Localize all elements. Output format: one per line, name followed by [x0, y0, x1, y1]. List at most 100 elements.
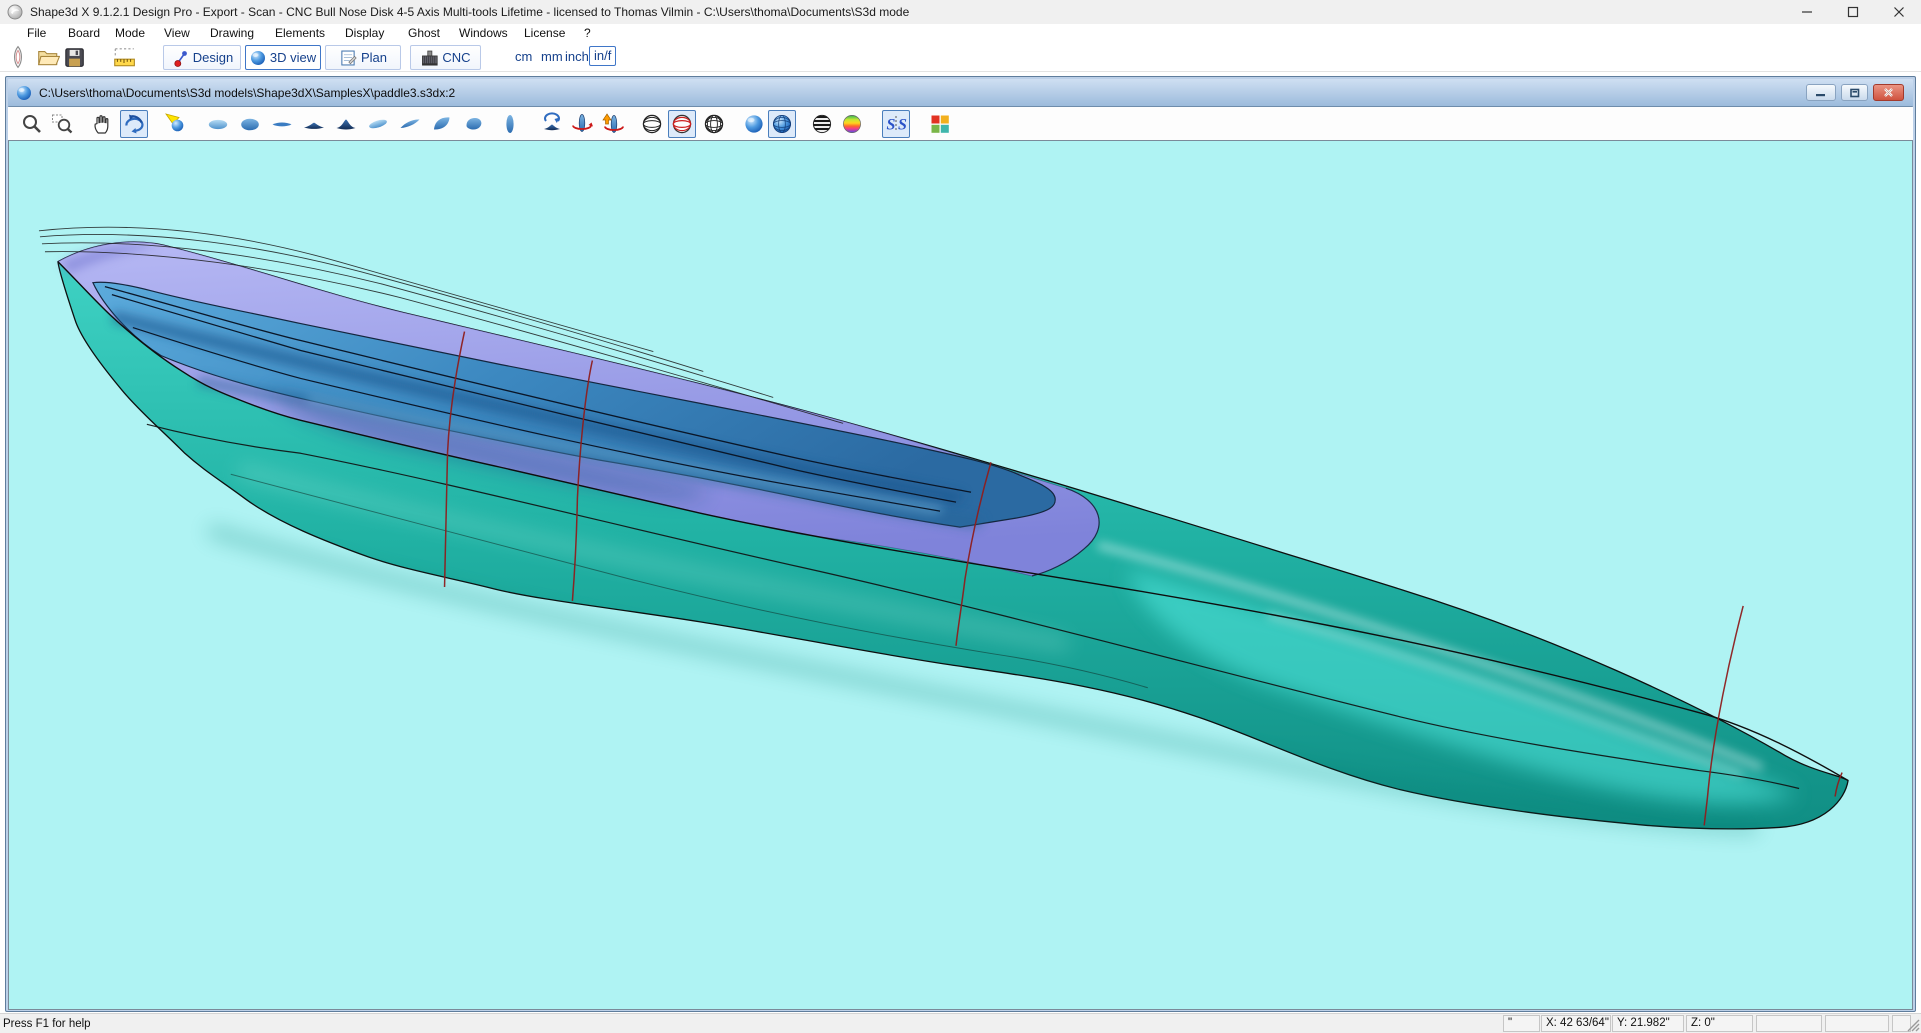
rotate-horizontal-button[interactable]	[568, 110, 596, 138]
measure-icon[interactable]	[112, 45, 136, 69]
zoom-tool-button[interactable]	[18, 110, 46, 138]
sphere-solid-icon	[742, 112, 766, 136]
mesh-blue-sphere-button[interactable]	[768, 110, 796, 138]
sphere-wireframe-icon	[640, 112, 664, 136]
status-help-text: Press F1 for help	[3, 1016, 91, 1032]
rotate-vertical-button[interactable]	[598, 110, 626, 138]
minimize-button[interactable]	[1784, 0, 1829, 24]
maximize-icon	[1847, 6, 1859, 18]
pan-tool-button[interactable]	[88, 110, 116, 138]
view-quarter-icon	[429, 112, 455, 136]
flow-lines-icon: S S	[884, 112, 908, 136]
menu-mode[interactable]: Mode	[111, 24, 149, 43]
document-window: C:\Users\thoma\Documents\S3d models\Shap…	[5, 76, 1916, 1012]
wire-red-sphere-button[interactable]	[668, 110, 696, 138]
light-tool-button[interactable]	[162, 110, 190, 138]
plan-icon	[339, 49, 357, 67]
light-icon	[164, 112, 188, 136]
view-bottom-button[interactable]	[234, 110, 266, 138]
status-z-coordinate: Z: 0"	[1686, 1015, 1753, 1032]
document-title: C:\Users\thoma\Documents\S3d models\Shap…	[39, 86, 455, 100]
window-title: Shape3d X 9.1.2.1 Design Pro - Export - …	[30, 5, 909, 19]
resize-grip-icon[interactable]	[1906, 1018, 1920, 1032]
save-icon[interactable]	[62, 45, 86, 69]
board-3d-render	[9, 141, 1912, 1009]
view-side-button[interactable]	[266, 110, 298, 138]
rainbow-sphere-button[interactable]	[838, 110, 866, 138]
svg-text:S: S	[898, 116, 907, 133]
maximize-button[interactable]	[1830, 0, 1875, 24]
flip-view-icon	[540, 112, 564, 136]
doc-restore-button[interactable]	[1841, 84, 1868, 101]
rotate-3d-icon	[122, 112, 146, 136]
view-profile-icon	[498, 112, 522, 136]
status-x-coordinate: X: 42 63/64"	[1541, 1015, 1611, 1032]
striped-sphere-button[interactable]	[808, 110, 836, 138]
view-profile-button[interactable]	[496, 110, 524, 138]
view-front-icon	[301, 112, 327, 136]
mdi-client: C:\Users\thoma\Documents\S3d models\Shap…	[0, 72, 1921, 1013]
doc-minimize-icon	[1816, 88, 1826, 97]
view-top-button[interactable]	[202, 110, 234, 138]
new-board-icon[interactable]	[6, 45, 30, 69]
mesh-sphere-button[interactable]	[700, 110, 728, 138]
document-controls	[1806, 84, 1904, 101]
main-titlebar: Shape3d X 9.1.2.1 Design Pro - Export - …	[0, 0, 1921, 24]
view-top-persp-icon	[365, 112, 391, 136]
unit-cm[interactable]: cm	[515, 48, 532, 66]
menu-drawing[interactable]: Drawing	[206, 24, 258, 43]
doc-minimize-button[interactable]	[1806, 84, 1836, 101]
open-file-icon[interactable]	[36, 45, 60, 69]
design-mode-button[interactable]: Design	[163, 45, 241, 70]
design-icon	[171, 49, 189, 67]
document-sphere-icon	[16, 85, 32, 101]
plan-mode-button[interactable]: Plan	[325, 45, 401, 70]
solid-sphere-button[interactable]	[740, 110, 768, 138]
view-side-persp-button[interactable]	[394, 110, 426, 138]
menu-ghost[interactable]: Ghost	[404, 24, 444, 43]
plan-label: Plan	[361, 50, 387, 65]
view-quarter-button[interactable]	[426, 110, 458, 138]
svg-text:S: S	[887, 116, 896, 133]
zoom-window-button[interactable]	[48, 110, 76, 138]
main-toolbar: Design 3D view Plan CNC	[0, 43, 1921, 72]
color-palette-button[interactable]	[926, 110, 954, 138]
sphere-wireframe-red-icon	[670, 112, 694, 136]
unit-mm[interactable]: mm	[541, 48, 563, 66]
3d-view-mode-button[interactable]: 3D view	[245, 45, 321, 70]
view-bottom-icon	[237, 112, 263, 136]
view-top-icon	[205, 112, 231, 136]
doc-close-button[interactable]	[1873, 84, 1904, 101]
unit-in-f[interactable]: in/f	[589, 46, 616, 66]
close-icon	[1893, 6, 1905, 18]
menu-view[interactable]: View	[160, 24, 194, 43]
rotate-3d-tool-button[interactable]	[120, 110, 148, 138]
menu-display[interactable]: Display	[341, 24, 388, 43]
menu-license[interactable]: License	[520, 24, 569, 43]
menu-help[interactable]: ?	[580, 24, 595, 43]
design-label: Design	[193, 50, 233, 65]
3d-view-icon	[250, 50, 266, 66]
menu-board[interactable]: Board	[64, 24, 104, 43]
view-top-persp-button[interactable]	[362, 110, 394, 138]
unit-inch[interactable]: inch	[565, 48, 589, 66]
menu-windows[interactable]: Windows	[455, 24, 512, 43]
cnc-icon	[420, 49, 438, 67]
menu-file[interactable]: File	[23, 24, 50, 43]
close-button[interactable]	[1876, 0, 1921, 24]
menu-elements[interactable]: Elements	[271, 24, 329, 43]
status-unit-cell: "	[1503, 1015, 1540, 1032]
view-volume-button[interactable]	[458, 110, 490, 138]
viewport-3d[interactable]	[8, 140, 1913, 1010]
view-front-button[interactable]	[298, 110, 330, 138]
flip-view-button[interactable]	[538, 110, 566, 138]
pan-hand-icon	[90, 112, 114, 136]
document-titlebar[interactable]: C:\Users\thoma\Documents\S3d models\Shap…	[8, 79, 1913, 107]
view-back-button[interactable]	[330, 110, 362, 138]
cnc-mode-button[interactable]: CNC	[410, 45, 481, 70]
sphere-rainbow-icon	[840, 112, 864, 136]
wireframe-sphere-button[interactable]	[638, 110, 666, 138]
flow-lines-button[interactable]: S S	[882, 110, 910, 138]
3d-view-label: 3D view	[270, 50, 316, 65]
sphere-mesh-blue-icon	[770, 112, 794, 136]
